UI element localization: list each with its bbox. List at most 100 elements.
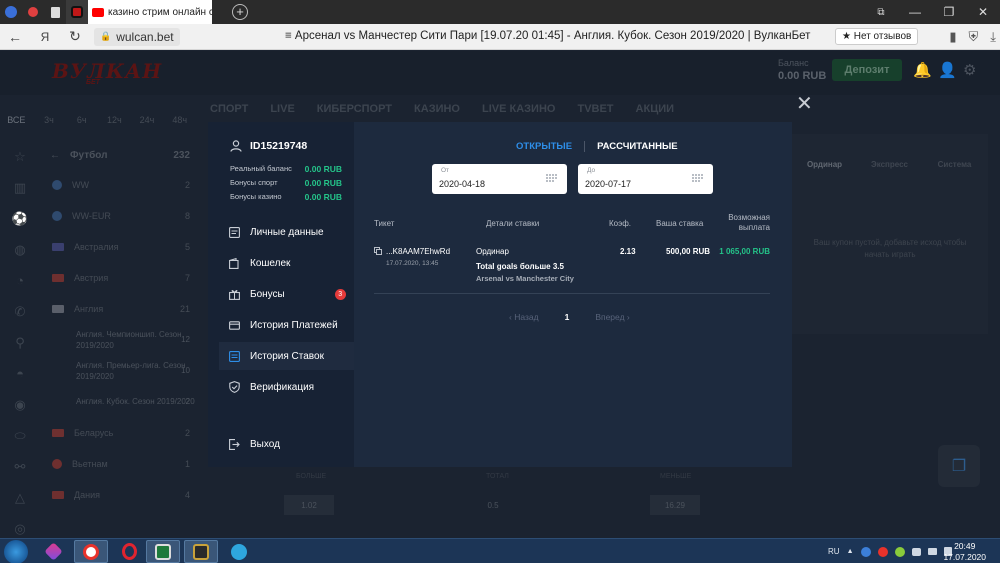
nav-sport[interactable]: СПОРТ (210, 103, 248, 115)
taskbar-app-game[interactable] (146, 540, 180, 563)
list-item[interactable]: WW 2 (44, 169, 196, 200)
coupon-tab-single[interactable]: Ординар (792, 160, 857, 169)
hockey-icon[interactable]: ⚲ (0, 327, 40, 358)
tray-volume-icon[interactable] (911, 547, 921, 556)
list-subitem[interactable]: Англия. Кубок. Сезон 2019/2020 2 (44, 386, 196, 417)
bell-icon[interactable]: 🔔 (913, 61, 932, 79)
tray-app-icon[interactable] (860, 546, 871, 557)
close-window-button[interactable]: ✕ (966, 0, 1000, 24)
time-tab-all[interactable]: ВСЕ (0, 115, 33, 125)
reviews-button[interactable]: ★ Нет отзывов (835, 28, 919, 45)
support-chat-button[interactable]: ❐ (938, 445, 980, 487)
sport-list-header[interactable]: ← Футбол 232 (44, 141, 196, 169)
close-modal-button[interactable]: ✕ (796, 94, 813, 114)
list-item[interactable]: Австралия 5 (44, 231, 196, 262)
menu-bet-history[interactable]: История Ставок (219, 342, 354, 370)
time-tab-24h[interactable]: 24ч (131, 115, 164, 125)
pinned-tab-3[interactable] (44, 0, 66, 24)
pinned-tab-1[interactable] (0, 0, 22, 24)
menu-bonuses[interactable]: Бонусы 3 (219, 280, 354, 308)
list-item[interactable]: Австрия 7 (44, 262, 196, 293)
table-row[interactable]: ...K8AAM7EhwRd 17.07.2020, 13:45 Ординар… (374, 244, 770, 294)
new-tab-button[interactable]: + (232, 4, 248, 20)
restore-button[interactable]: ❐ (932, 0, 966, 24)
time-tab-6h[interactable]: 6ч (65, 115, 98, 125)
tray-network-icon[interactable] (927, 548, 937, 555)
calendar-icon[interactable] (692, 174, 703, 184)
active-tab[interactable]: казино стрим онлайн с (88, 0, 212, 24)
tab-open-bets[interactable]: ОТКРЫТЫЕ (504, 141, 586, 152)
tennis-icon[interactable]: ◔ (0, 265, 40, 296)
coupon-tab-system[interactable]: Система (922, 160, 987, 169)
list-item[interactable]: Беларусь 2 (44, 417, 196, 448)
current-page[interactable]: 1 (565, 312, 570, 322)
download-icon[interactable]: ⤓ (990, 29, 996, 45)
pinned-tab-4[interactable] (66, 0, 88, 24)
nav-casino[interactable]: КАЗИНО (414, 103, 460, 115)
taskbar-app-casino[interactable] (184, 540, 218, 563)
tray-expand-icon[interactable]: ▲ (847, 548, 854, 555)
bookmark-icon[interactable]: ▮ (949, 29, 956, 45)
date-from-field[interactable]: От 2020-04-18 (432, 164, 567, 194)
time-tab-48h[interactable]: 48ч (163, 115, 196, 125)
taskbar-clock[interactable]: 20:49 17.07.2020 (943, 541, 986, 563)
basketball-icon[interactable]: ◍ (0, 234, 40, 265)
list-subitem[interactable]: Англия. Премьер-лига. Сезон 2019/2020 10 (44, 355, 196, 386)
tray-green-icon[interactable] (894, 546, 905, 557)
time-tab-12h[interactable]: 12ч (98, 115, 131, 125)
nav-live-casino[interactable]: LIVE КАЗИНО (482, 103, 555, 115)
user-icon[interactable]: 👤 (938, 61, 957, 79)
tray-yandex-icon[interactable] (877, 546, 888, 557)
list-item[interactable]: Вьетнам 1 (44, 448, 196, 479)
copy-icon[interactable] (374, 247, 382, 255)
taskbar-app-yandex[interactable] (74, 540, 108, 563)
nav-esports[interactable]: КИБЕРСПОРТ (317, 103, 392, 115)
date-to-field[interactable]: До 2020-07-17 (578, 164, 713, 194)
odds-over[interactable]: 1.02 (284, 495, 334, 515)
shield-icon[interactable]: ⛨ (968, 29, 978, 45)
tab-settled-bets[interactable]: РАССЧИТАННЫЕ (585, 141, 690, 152)
nav-tvbet[interactable]: TVBET (577, 103, 613, 115)
menu-personal-data[interactable]: Личные данные (219, 218, 354, 246)
phone-icon[interactable]: ✆ (0, 296, 40, 327)
volleyball-icon[interactable]: ◓ (0, 358, 40, 389)
list-item[interactable]: Дания 4 (44, 479, 196, 510)
gear-icon[interactable]: ⚙ (963, 61, 976, 79)
taskbar-app-telegram[interactable] (222, 540, 256, 563)
racket-icon[interactable]: ⚯ (0, 451, 40, 482)
taskbar-app-gem[interactable] (36, 540, 70, 563)
language-indicator[interactable]: RU (828, 547, 840, 556)
start-button[interactable] (4, 540, 28, 563)
back-button[interactable]: ← (0, 24, 30, 50)
tab-manager-icon[interactable]: ⧉ (864, 0, 898, 24)
list-item[interactable]: Англия 21 (44, 293, 196, 324)
minimize-button[interactable]: — (898, 0, 932, 24)
rugby-icon[interactable]: ⬭ (0, 420, 40, 451)
next-page-button[interactable]: Вперед › (595, 312, 629, 322)
coupon-tab-express[interactable]: Экспресс (857, 160, 922, 169)
nav-live[interactable]: LIVE (270, 103, 294, 115)
menu-wallet[interactable]: Кошелек (219, 249, 354, 277)
taskbar-app-opera[interactable] (112, 540, 146, 563)
star-icon[interactable]: ☆ (0, 141, 40, 172)
url-field[interactable]: 🔒 wulcan.bet (94, 27, 180, 46)
deposit-button[interactable]: Депозит (832, 59, 902, 81)
time-tab-3h[interactable]: 3ч (33, 115, 66, 125)
menu-payment-history[interactable]: История Платежей (219, 311, 354, 339)
pinned-tab-2[interactable] (22, 0, 44, 24)
odds-under[interactable]: 16.29 (650, 495, 700, 515)
site-logo[interactable]: ВУЛКАН (52, 59, 162, 83)
list-subitem[interactable]: Англия. Чемпионшип. Сезон 2019/2020 12 (44, 324, 196, 355)
helmet-icon[interactable]: ◉ (0, 389, 40, 420)
football-icon[interactable]: ⚽ (0, 203, 40, 234)
menu-logout[interactable]: Выход (219, 430, 354, 458)
nav-promotions[interactable]: АКЦИИ (636, 103, 675, 115)
list-item[interactable]: WW-EUR 8 (44, 200, 196, 231)
yandex-button[interactable]: Я (30, 24, 60, 50)
back-arrow-icon[interactable]: ← (50, 150, 60, 161)
calendar-icon[interactable] (546, 174, 557, 184)
reload-button[interactable]: ↻ (60, 24, 90, 50)
menu-verification[interactable]: Верификация (219, 373, 354, 401)
stats-icon[interactable]: ▥ (0, 172, 40, 203)
prev-page-button[interactable]: ‹ Назад (509, 312, 539, 322)
